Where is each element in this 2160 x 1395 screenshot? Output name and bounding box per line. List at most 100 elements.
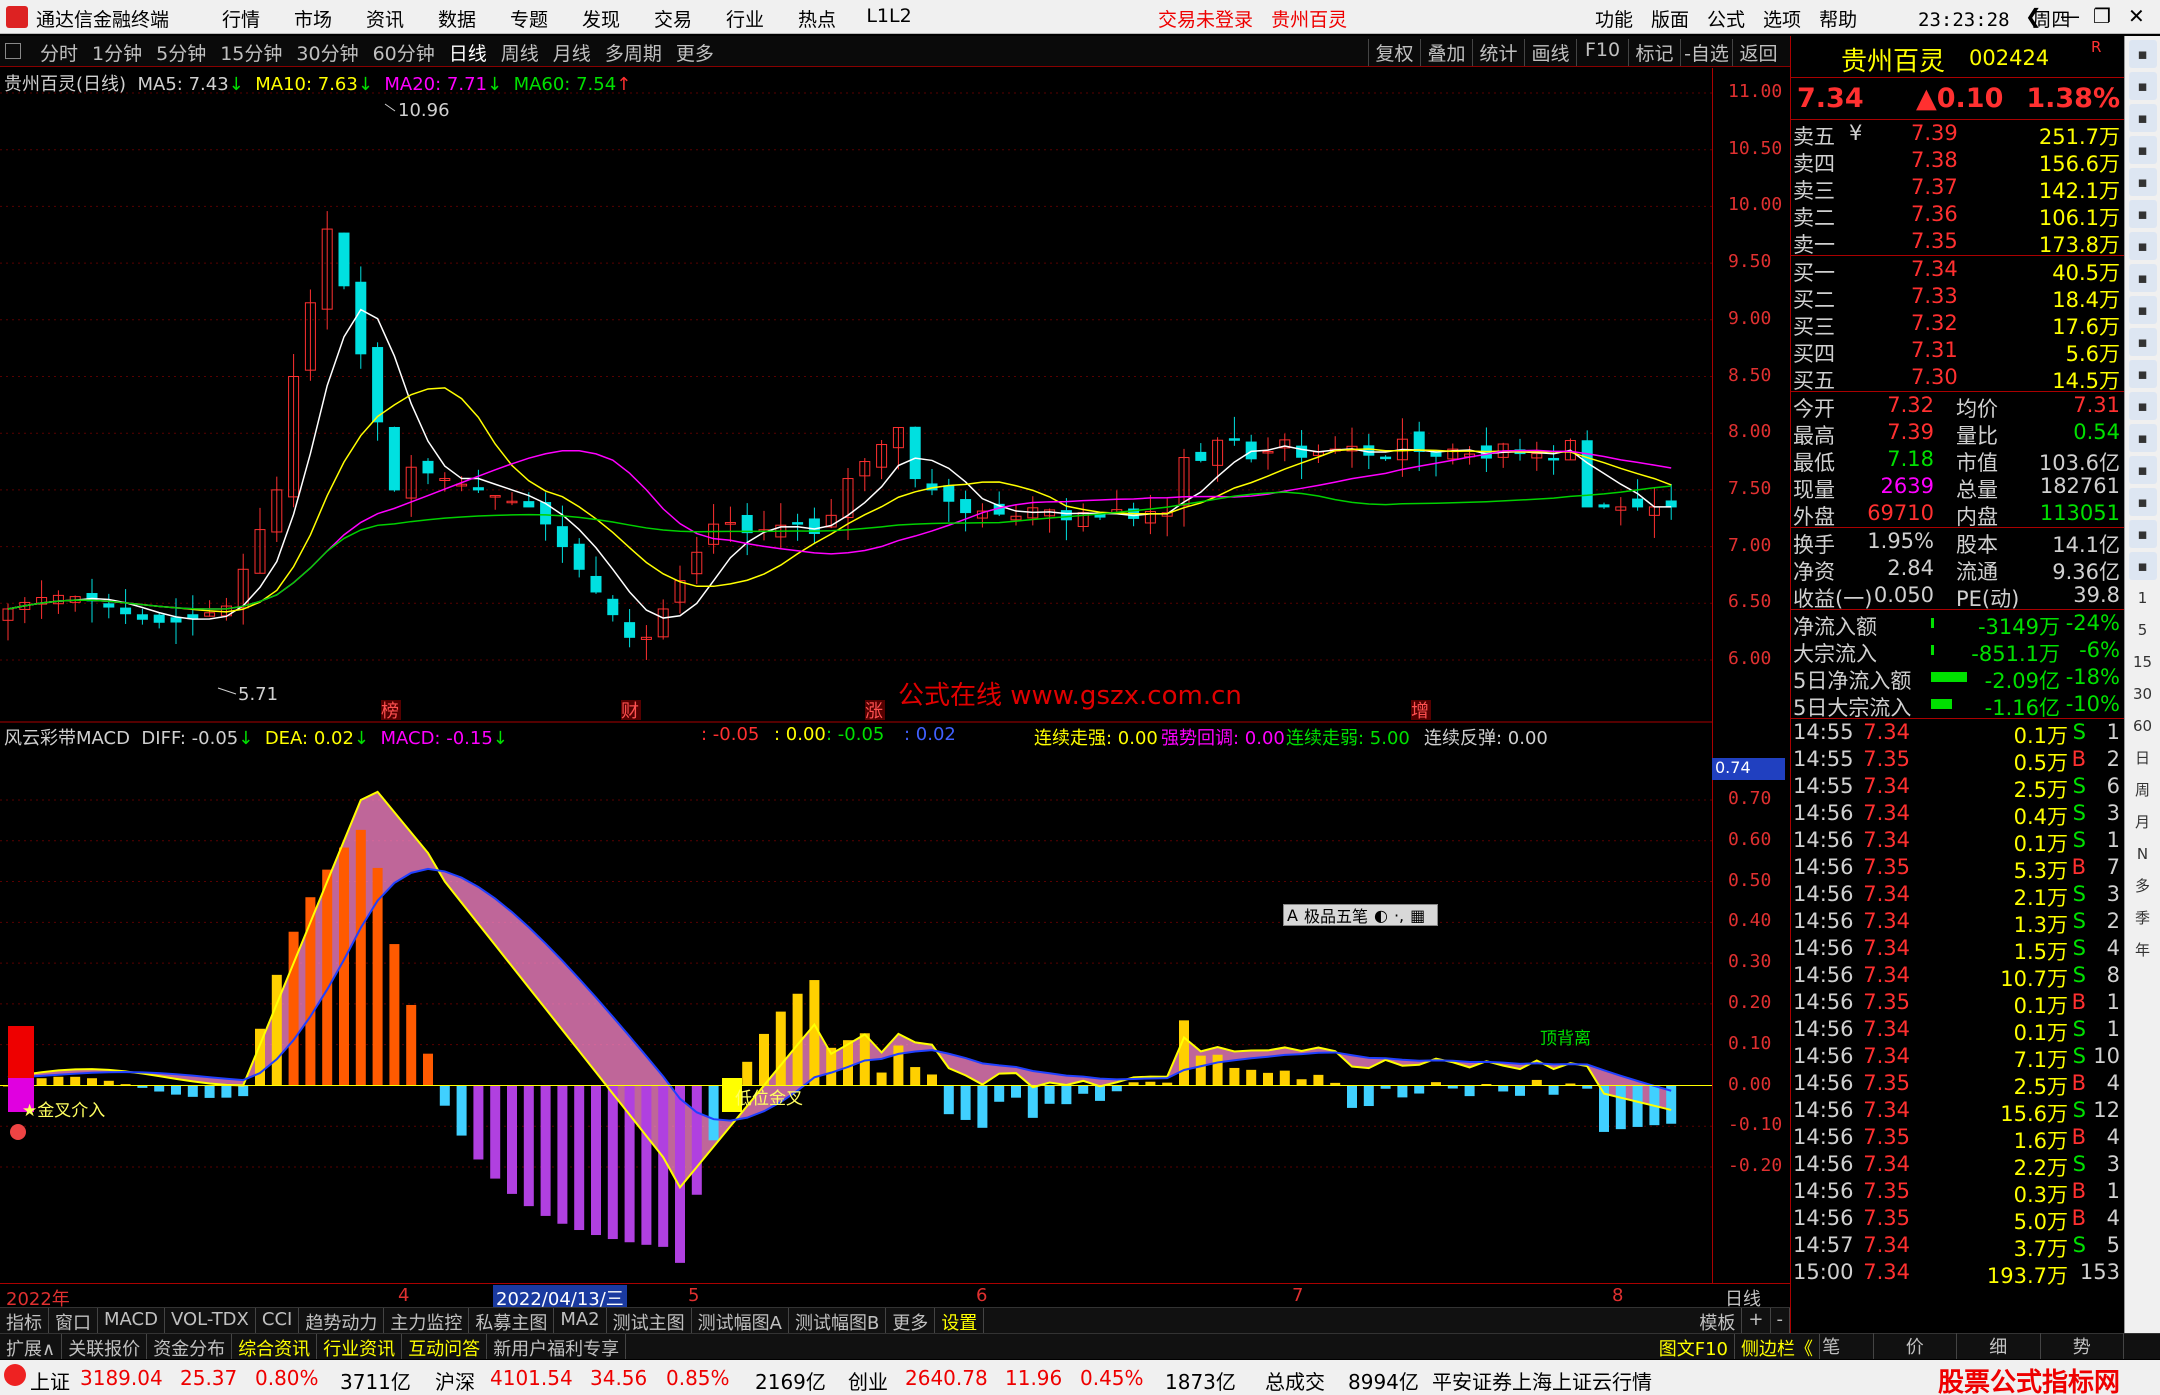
bottom-tab-3[interactable]: 综合资讯 <box>232 1334 318 1360</box>
tool-button-0[interactable]: 复权 <box>1368 39 1420 66</box>
period-tab-3[interactable]: 15分钟 <box>220 39 282 66</box>
menu-item-3[interactable]: 数据 <box>421 5 493 32</box>
bottom-tab-2[interactable]: 资金分布 <box>147 1334 233 1360</box>
sidebar-tool-icon[interactable]: ▪ <box>2128 552 2157 580</box>
menu-item-8[interactable]: 热点 <box>781 5 853 32</box>
indicator-tab-11[interactable]: 测试幅图B <box>789 1308 887 1334</box>
period-tab-5[interactable]: 60分钟 <box>373 39 435 66</box>
sidebar-period-1[interactable]: 1 <box>2129 584 2157 612</box>
sidebar-tool-icon[interactable]: ▪ <box>2128 72 2157 100</box>
tool-button-4[interactable]: F10 <box>1576 39 1628 66</box>
kline-chart[interactable]: 10.96 5.71 榜 财 涨 增 公式在线 www.gszx.com.cn ★金叉介入 低位… <box>0 68 1712 1283</box>
period-tab-8[interactable]: 月线 <box>553 39 591 66</box>
bid-row[interactable]: 买三 7.32 17.6万 <box>1791 310 2124 339</box>
tick-tab-1[interactable]: 价 <box>1874 1333 1957 1359</box>
indicator-tab-12[interactable]: 更多 <box>886 1308 936 1334</box>
bottom-tab-5[interactable]: 互动问答 <box>402 1334 488 1360</box>
sidebar-period-60[interactable]: 60 <box>2129 712 2157 740</box>
indicator-right-1[interactable]: + <box>1742 1308 1771 1333</box>
sidebar-tool-icon[interactable]: ▪ <box>2128 264 2157 292</box>
sidebar-tool-icon[interactable]: ▪ <box>2128 296 2157 324</box>
period-tab-10[interactable]: 更多 <box>676 39 714 66</box>
popup-item-2[interactable]: ◐ <box>1371 906 1391 925</box>
sidebar-tool-icon[interactable]: ▪ <box>2128 360 2157 388</box>
period-tab-9[interactable]: 多周期 <box>605 39 662 66</box>
period-tab-1[interactable]: 1分钟 <box>92 39 142 66</box>
bottom-tab-4[interactable]: 行业资讯 <box>317 1334 403 1360</box>
bottom-tab-0[interactable]: 扩展∧ <box>0 1334 63 1360</box>
popup-item-4[interactable]: ▦ <box>1407 906 1428 925</box>
period-tab-0[interactable]: 分时 <box>40 39 78 66</box>
sidebar-tool-icon[interactable]: ▪ <box>2128 168 2157 196</box>
popup-item-0[interactable]: A <box>1284 906 1301 925</box>
popup-item-1[interactable]: 极品五笔 <box>1301 903 1371 927</box>
indicator-tab-4[interactable]: CCI <box>256 1308 300 1333</box>
sidebar-period-日[interactable]: 日 <box>2129 744 2157 772</box>
sidebar-tool-icon[interactable]: ▪ <box>2128 40 2157 68</box>
indicator-tab-8[interactable]: MA2 <box>554 1308 607 1333</box>
right-menu-item-0[interactable]: 功能 <box>1595 5 1633 32</box>
ask-row[interactable]: 卖二 7.36 106.1万 <box>1791 201 2124 230</box>
popup-item-3[interactable]: ·, <box>1391 906 1407 925</box>
sidebar-tool-icon[interactable]: ▪ <box>2128 232 2157 260</box>
sidebar-period-N[interactable]: N <box>2129 840 2157 868</box>
menu-item-5[interactable]: 发现 <box>565 5 637 32</box>
sidebar-tool-icon[interactable]: ▪ <box>2128 488 2157 516</box>
sidebar-tool-icon[interactable]: ▪ <box>2128 104 2157 132</box>
bid-row[interactable]: 买二 7.33 18.4万 <box>1791 283 2124 312</box>
indicator-tab-9[interactable]: 测试主图 <box>607 1308 692 1334</box>
right-menu-item-2[interactable]: 公式 <box>1707 5 1745 32</box>
ask-row[interactable]: 卖四 7.38 156.6万 <box>1791 147 2124 176</box>
bottom-tab-1[interactable]: 关联报价 <box>62 1334 148 1360</box>
sidebar-tool-icon[interactable]: ▪ <box>2128 520 2157 548</box>
indicator-tab-10[interactable]: 测试幅图A <box>692 1308 789 1334</box>
sidebar-tool-icon[interactable]: ▪ <box>2128 200 2157 228</box>
sidebar-period-15[interactable]: 15 <box>2129 648 2157 676</box>
period-tab-7[interactable]: 周线 <box>501 39 539 66</box>
tick-tab-2[interactable]: 细 <box>1957 1333 2041 1359</box>
tool-button-1[interactable]: 叠加 <box>1420 39 1472 66</box>
sidebar-period-季[interactable]: 季 <box>2129 904 2157 932</box>
bid-row[interactable]: 买五 7.30 14.5万 <box>1791 364 2124 393</box>
sidebar-period-多[interactable]: 多 <box>2129 872 2157 900</box>
tool-button-2[interactable]: 统计 <box>1472 39 1524 66</box>
tick-tab-3[interactable]: 势 <box>2041 1333 2124 1359</box>
ask-row[interactable]: 卖三 7.37 142.1万 <box>1791 174 2124 203</box>
right-menu-item-1[interactable]: 版面 <box>1651 5 1689 32</box>
indicator-tab-5[interactable]: 趋势动力 <box>299 1308 385 1334</box>
menu-item-1[interactable]: 市场 <box>277 5 349 32</box>
menu-item-7[interactable]: 行业 <box>709 5 781 32</box>
menu-item-2[interactable]: 资讯 <box>349 5 421 32</box>
tool-button-7[interactable]: 返回 <box>1732 39 1784 66</box>
sidebar-tool-icon[interactable]: ▪ <box>2128 136 2157 164</box>
period-tab-6[interactable]: 日线 <box>449 39 487 66</box>
sidebar-tool-icon[interactable]: ▪ <box>2128 392 2157 420</box>
ask-row[interactable]: 卖一 7.35 173.8万 <box>1791 228 2124 257</box>
menu-item-0[interactable]: 行情 <box>205 5 277 32</box>
sidebar-period-月[interactable]: 月 <box>2129 808 2157 836</box>
indicator-tab-1[interactable]: 窗口 <box>49 1308 98 1334</box>
tick-tab-0[interactable]: 笔 <box>1790 1333 1874 1359</box>
menu-item-6[interactable]: 交易 <box>637 5 709 32</box>
right-menu-item-3[interactable]: 选项 <box>1763 5 1801 32</box>
sidebar-period-年[interactable]: 年 <box>2129 936 2157 964</box>
sidebar-tool-icon[interactable]: ▪ <box>2128 456 2157 484</box>
trade-status[interactable]: 交易未登录 贵州百灵 <box>1158 5 1347 32</box>
period-tab-2[interactable]: 5分钟 <box>156 39 206 66</box>
indicator-tab-3[interactable]: VOL-TDX <box>165 1308 256 1333</box>
sidebar-tool-icon[interactable]: ▪ <box>2128 328 2157 356</box>
bottom-tab-6[interactable]: 新用户福利专享 <box>487 1334 627 1360</box>
sidebar-tool-icon[interactable]: ▪ <box>2128 424 2157 452</box>
f10-tab[interactable]: 图文F10 <box>1653 1334 1735 1360</box>
restore-icon[interactable]: ❐ <box>2093 4 2111 28</box>
indicator-tab-13[interactable]: 设置 <box>935 1308 985 1334</box>
sidebar-period-30[interactable]: 30 <box>2129 680 2157 708</box>
tool-button-3[interactable]: 画线 <box>1524 39 1576 66</box>
tick-list[interactable]: 14:55 7.34 0.1万 S 1 14:55 7.35 0.5万 B 2 14:55 7.34 2… <box>1791 719 2124 1288</box>
ask-row[interactable]: 卖五 7.39 251.7万 ¥ <box>1791 120 2124 149</box>
indicator-tab-7[interactable]: 私募主图 <box>469 1308 555 1334</box>
minimize-icon[interactable]: — <box>2060 4 2080 28</box>
indicator-right-0[interactable]: 模板 <box>1693 1308 1743 1334</box>
sidebar-period-5[interactable]: 5 <box>2129 616 2157 644</box>
back-icon[interactable]: ❮ <box>2025 4 2042 28</box>
